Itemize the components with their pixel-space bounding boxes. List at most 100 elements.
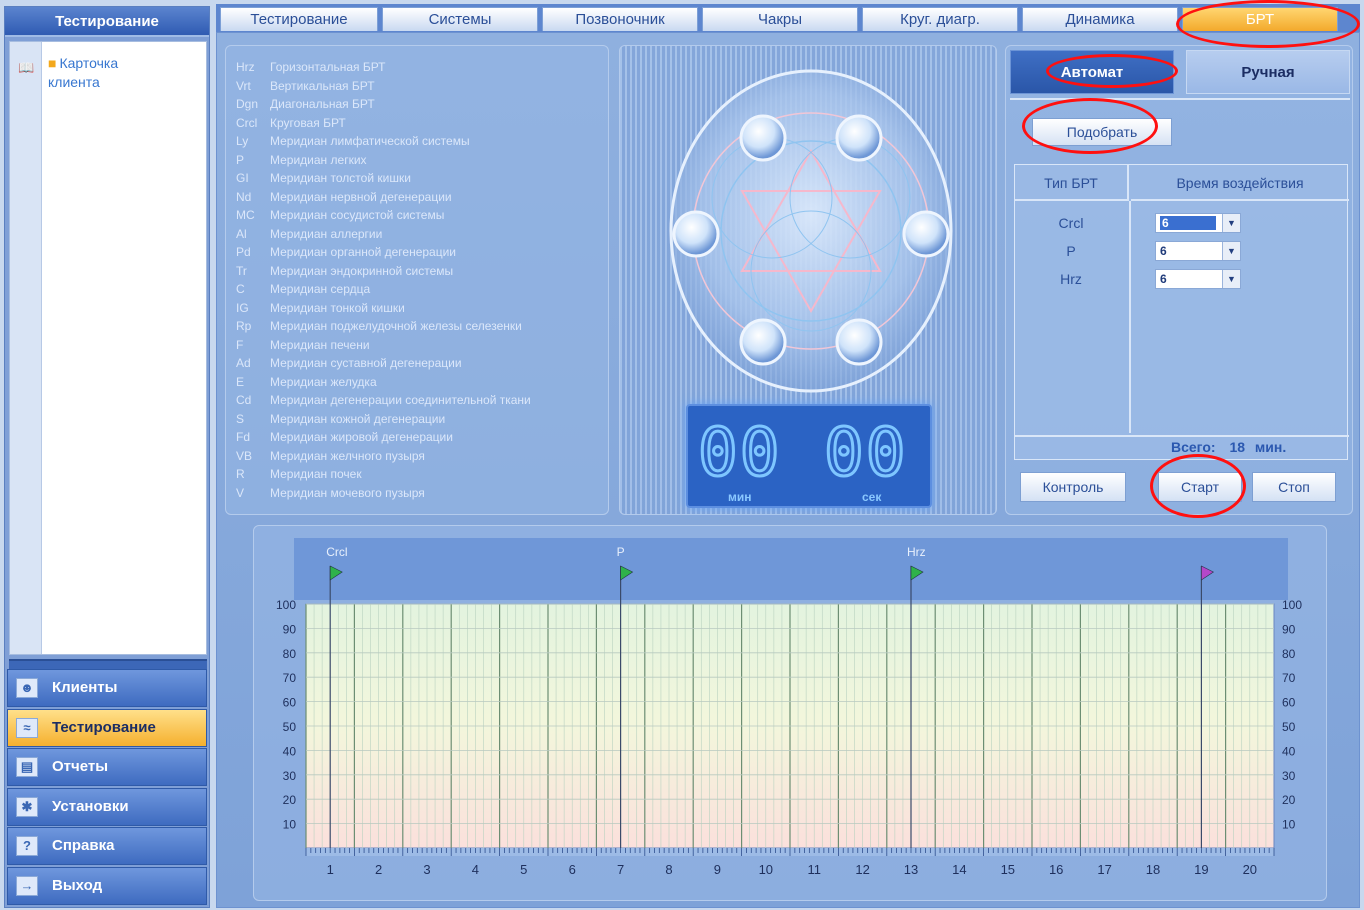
legend-desc: Меридиан печени — [270, 337, 370, 352]
app-window: Тестирование 📖 ■ Карточка клиента ☻ Клиент… — [0, 0, 1364, 910]
nav-button-3[interactable]: ✱ Установки — [7, 787, 207, 826]
legend-desc: Меридиан толстой кишки — [270, 171, 411, 185]
total-label: Всего: — [1171, 439, 1216, 455]
chevron-down-icon[interactable]: ▼ — [1222, 242, 1240, 260]
pentagram-visual — [669, 69, 953, 393]
legend-desc: Меридиан органной дегенерации — [270, 245, 457, 259]
legend-code: Tr — [236, 263, 247, 278]
legend-code: R — [236, 467, 245, 481]
x-tick-label: 16 — [1049, 862, 1063, 877]
tab-1[interactable]: Системы — [382, 7, 538, 31]
countdown-timer: 00 00 мин сек — [686, 404, 932, 508]
legend-code: Ly — [236, 134, 249, 148]
y-tick-label-left: 20 — [283, 793, 297, 807]
brt-schedule-table: Тип БРТ Время воздействия Crcl 6 ▼ P 6 ▼ Hrz 6 ▼… — [1014, 164, 1349, 460]
legend-code: Nd — [236, 189, 252, 204]
book-icon: 📖 — [18, 60, 35, 75]
report-icon: ▤ — [16, 757, 38, 777]
mode-manual-button[interactable]: Ручная — [1186, 50, 1350, 94]
x-tick-label: 13 — [904, 862, 918, 877]
nav-label: Клиенты — [52, 679, 118, 696]
nav-button-4[interactable]: ? Справка — [7, 827, 207, 865]
x-tick-label: 9 — [714, 862, 721, 877]
legend-code: C — [236, 282, 245, 296]
legend-row: R Меридиан почек — [236, 465, 598, 484]
y-tick-label-left: 10 — [283, 818, 297, 832]
legend-code: Rp — [236, 319, 252, 333]
legend-code: Crcl — [236, 115, 258, 130]
tab-4[interactable]: Круг. диагр. — [862, 7, 1018, 31]
y-tick-label-left: 100 — [276, 598, 296, 612]
y-tick-label-left: 50 — [283, 720, 297, 734]
legend-code: Ad — [236, 356, 251, 370]
legend-desc: Круговая БРТ — [270, 115, 346, 130]
nav-button-1[interactable]: ≈ Тестирование — [7, 708, 207, 747]
tab-5[interactable]: Динамика — [1022, 7, 1178, 31]
legend-desc: Меридиан тонкой кишки — [270, 300, 405, 315]
control-button[interactable]: Контроль — [1020, 472, 1126, 502]
legend-code: Fd — [236, 430, 251, 444]
clients-icon: ☻ — [16, 678, 38, 698]
x-tick-label: 5 — [520, 862, 527, 877]
legend-code: V — [236, 485, 245, 500]
nav-button-2[interactable]: ▤ Отчеты — [7, 748, 207, 786]
legend-desc: Меридиан нервной дегенерации — [270, 189, 452, 204]
device-visual-panel: 00 00 мин сек — [619, 45, 997, 515]
x-tick-label: 2 — [375, 862, 382, 877]
y-tick-label-right: 20 — [1282, 793, 1296, 807]
legend-row: Tr Меридиан эндокринной системы — [236, 262, 598, 281]
x-tick-label: 19 — [1194, 862, 1208, 877]
legend-row: Crcl Круговая БРТ — [236, 114, 598, 133]
legend-row: Fd Меридиан жировой дегенерации — [236, 428, 598, 447]
legend-code: S — [236, 411, 245, 426]
chevron-down-icon[interactable]: ▼ — [1222, 270, 1240, 288]
tab-0[interactable]: Тестирование — [220, 7, 378, 31]
col-header-type: Тип БРТ — [1015, 165, 1129, 201]
tab-2[interactable]: Позвоночник — [542, 7, 698, 31]
legend-row: Rp Меридиан поджелудочной железы селезенк… — [236, 317, 598, 336]
timer-sec-label: сек — [862, 490, 882, 504]
legend-desc: Меридиан суставной дегенерации — [270, 356, 462, 370]
total-time: Всего: 18 мин. — [1171, 439, 1286, 455]
y-tick-label-right: 60 — [1282, 696, 1296, 710]
legend-row: Vrt Вертикальная БРТ — [236, 77, 598, 96]
x-tick-label: 7 — [617, 862, 624, 877]
chevron-down-icon[interactable]: ▼ — [1222, 214, 1240, 232]
tab-3[interactable]: Чакры — [702, 7, 858, 31]
legend-desc: Меридиан лимфатической системы — [270, 134, 470, 148]
stop-button[interactable]: Стоп — [1252, 472, 1336, 502]
nav-label: Установки — [52, 797, 129, 815]
legend-desc: Горизонтальная БРТ — [270, 60, 386, 74]
brt-time-value: 6 — [1160, 244, 1167, 258]
meridian-legend: Hrz Горизонтальная БРТ Vrt Вертикальная БРТ… — [225, 45, 609, 515]
table-col-divider — [1129, 201, 1131, 433]
y-tick-label-right: 80 — [1282, 647, 1296, 661]
legend-desc: Меридиан жировой дегенерации — [270, 430, 453, 444]
brt-time-value: 6 — [1160, 272, 1167, 286]
legend-code: GI — [236, 171, 249, 185]
legend-desc: Меридиан кожной дегенерации — [270, 411, 446, 426]
brt-time-select[interactable]: 6 ▼ — [1155, 213, 1241, 233]
y-tick-label-left: 30 — [283, 769, 297, 783]
legend-row: MC Меридиан сосудистой системы — [236, 206, 598, 225]
annotation-circle-start — [1150, 454, 1246, 518]
left-panel: Тестирование 📖 ■ Карточка клиента ☻ Клиент… — [4, 6, 210, 908]
x-tick-label: 6 — [569, 862, 576, 877]
chart-header-band — [294, 538, 1288, 600]
nav-label: Отчеты — [52, 758, 109, 775]
brt-time-select[interactable]: 6 ▼ — [1155, 241, 1241, 261]
exit-icon: → — [16, 875, 38, 896]
legend-desc: Вертикальная БРТ — [270, 78, 375, 93]
legend-code: Hrz — [236, 60, 255, 74]
brt-time-value: 6 — [1160, 216, 1216, 230]
panel-splitter[interactable] — [9, 659, 207, 669]
timer-minutes: 00 — [696, 413, 782, 493]
nav-button-0[interactable]: ☻ Клиенты — [7, 669, 207, 707]
nav-button-5[interactable]: → Выход — [7, 866, 207, 905]
legend-row: E Меридиан желудка — [236, 373, 598, 392]
settings-icon: ✱ — [16, 796, 38, 817]
tree-item-client-card[interactable]: ■ Карточка клиента — [48, 54, 158, 92]
legend-row: VB Меридиан желчного пузыря — [236, 447, 598, 466]
total-unit: мин. — [1254, 439, 1287, 455]
brt-time-select[interactable]: 6 ▼ — [1155, 269, 1241, 289]
